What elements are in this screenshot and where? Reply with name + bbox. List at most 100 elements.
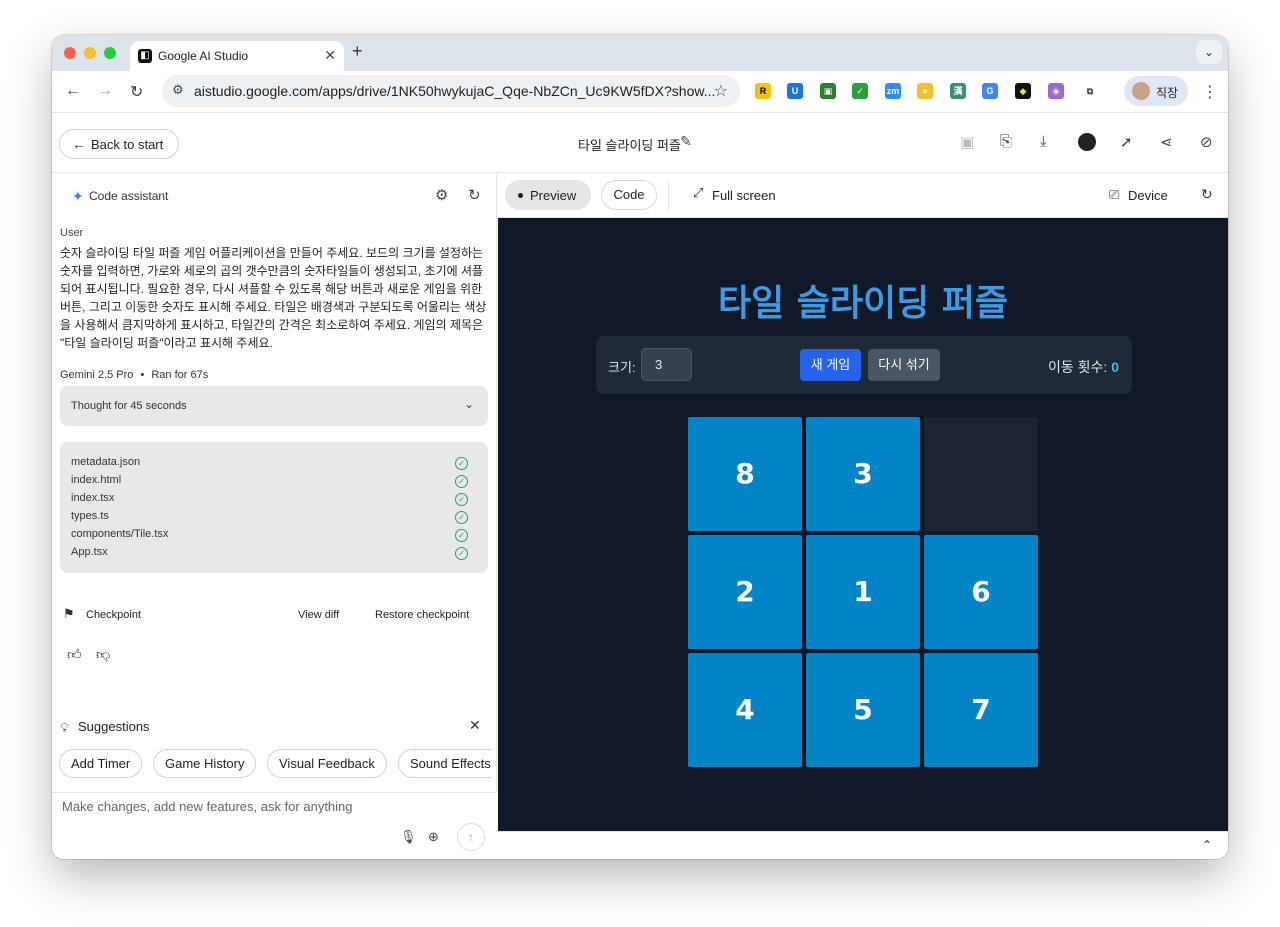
- address-bar[interactable]: ⚙ aistudio.google.com/apps/drive/1NK50hw…: [162, 75, 740, 107]
- suggestion-chip[interactable]: Visual Feedback: [267, 749, 387, 778]
- view-diff-button[interactable]: View diff: [298, 609, 339, 621]
- full-screen-button[interactable]: Full screen: [712, 188, 776, 203]
- refresh-icon[interactable]: ↻: [468, 186, 481, 204]
- reload-icon[interactable]: ↻: [130, 82, 143, 102]
- reload-preview-icon[interactable]: ↻: [1201, 186, 1213, 203]
- run-meta: Gemini 2.5 Pro • Ran for 67s: [60, 369, 208, 381]
- tab-preview[interactable]: Preview: [505, 180, 591, 210]
- suggestion-chip[interactable]: Add Timer: [59, 749, 143, 778]
- chevron-up-icon[interactable]: ⌃: [1202, 838, 1212, 852]
- app-header: ← Back to start 타일 슬라이딩 퍼즐 ✎ ▣ ⎘ ⤓ ➚ ⋖ ⊘: [52, 113, 1228, 173]
- tab-preview-label: Preview: [530, 188, 577, 203]
- new-game-button[interactable]: 새 게임: [800, 349, 861, 381]
- puzzle-tile[interactable]: 7: [924, 653, 1038, 767]
- settings-gear-icon[interactable]: ⚙: [435, 186, 448, 204]
- check-icon: ✓: [455, 529, 468, 542]
- thumbs-up-icon[interactable]: 👍︎: [67, 646, 82, 663]
- puzzle-tile[interactable]: 6: [924, 535, 1038, 649]
- browser-menu-icon[interactable]: ⋮: [1202, 82, 1218, 102]
- site-info-icon[interactable]: ⚙: [172, 82, 184, 98]
- puzzle-tile[interactable]: 4: [688, 653, 802, 767]
- new-tab-button[interactable]: +: [352, 41, 363, 62]
- suggestion-chip[interactable]: Game History: [153, 749, 257, 778]
- extension-icon[interactable]: ◈: [1048, 83, 1064, 99]
- puzzle-tile[interactable]: 1: [806, 535, 920, 649]
- back-to-start-button[interactable]: ← Back to start: [59, 129, 179, 159]
- edit-title-pencil-icon[interactable]: ✎: [680, 133, 692, 150]
- add-attachment-icon[interactable]: ⊕: [428, 829, 439, 845]
- puzzle-tile[interactable]: 3: [806, 417, 920, 531]
- puzzle-tile[interactable]: 2: [688, 535, 802, 649]
- app-title: 타일 슬라이딩 퍼즐: [578, 138, 681, 153]
- microphone-icon[interactable]: 🎙︎: [400, 829, 417, 845]
- extension-icon[interactable]: ✓: [852, 83, 868, 99]
- file-item[interactable]: App.tsx: [71, 546, 108, 558]
- arrow-left-icon: ←: [72, 136, 86, 152]
- user-label: User: [60, 227, 84, 239]
- extension-icon[interactable]: 漢: [950, 83, 966, 99]
- suggestions-label: Suggestions: [78, 719, 150, 734]
- tab-strip: ◧ Google AI Studio ✕ + ⌄: [52, 35, 1228, 71]
- tab-close-icon[interactable]: ✕: [324, 47, 336, 64]
- file-item[interactable]: components/Tile.tsx: [71, 528, 168, 540]
- profile-button[interactable]: 직장: [1124, 76, 1188, 106]
- bookmark-star-icon[interactable]: ☆: [714, 81, 728, 101]
- check-icon: ✓: [455, 511, 468, 524]
- code-assistant-title: Code assistant: [89, 189, 169, 203]
- tab-search-chevron-icon[interactable]: ⌄: [1196, 40, 1222, 64]
- share-icon[interactable]: ⋖: [1160, 133, 1173, 151]
- file-item[interactable]: index.tsx: [71, 492, 114, 504]
- checkpoint-flag-icon: ⚑: [63, 606, 75, 621]
- sparkle-icon: ✦: [72, 188, 84, 204]
- file-item[interactable]: types.ts: [71, 510, 109, 522]
- chat-input[interactable]: Make changes, add new features, ask for …: [52, 792, 497, 859]
- file-item[interactable]: index.html: [71, 474, 121, 486]
- extension-icon[interactable]: ⧉: [1082, 83, 1098, 99]
- back-arrow-icon[interactable]: ←: [65, 82, 81, 100]
- check-icon: ✓: [455, 547, 468, 560]
- extension-icon[interactable]: ▣: [820, 83, 836, 99]
- deploy-rocket-icon[interactable]: ➚: [1120, 133, 1133, 151]
- extension-icon[interactable]: G: [982, 83, 998, 99]
- extension-icon[interactable]: ◆: [1015, 83, 1031, 99]
- browser-tab[interactable]: ◧ Google AI Studio ✕: [130, 41, 344, 71]
- minimize-window-button[interactable]: [84, 47, 96, 59]
- forward-arrow-icon[interactable]: →: [97, 82, 113, 100]
- chat-input-placeholder: Make changes, add new features, ask for …: [62, 799, 353, 814]
- send-arrow-icon[interactable]: ↑: [457, 823, 485, 851]
- file-item[interactable]: metadata.json: [71, 456, 140, 468]
- thought-accordion[interactable]: Thought for 45 seconds ⌄: [60, 386, 488, 426]
- thought-label: Thought for 45 seconds: [71, 400, 187, 412]
- extension-icon[interactable]: zm: [885, 83, 901, 99]
- hide-eye-icon[interactable]: ⊘: [1200, 133, 1213, 151]
- size-label: 크기:: [608, 360, 636, 375]
- device-button[interactable]: Device: [1128, 188, 1168, 203]
- moves-label: 이동 횟수:: [1048, 359, 1108, 375]
- zoom-window-button[interactable]: [104, 47, 116, 59]
- extension-icon[interactable]: R: [755, 83, 771, 99]
- puzzle-tile[interactable]: 8: [688, 417, 802, 531]
- move-counter: 이동 횟수: 0: [1048, 357, 1119, 377]
- github-icon[interactable]: [1078, 133, 1096, 151]
- tab-code[interactable]: Code: [601, 180, 657, 210]
- extension-icon[interactable]: U: [787, 83, 803, 99]
- puzzle-tile[interactable]: 5: [806, 653, 920, 767]
- thumbs-down-icon[interactable]: 👎︎: [96, 646, 110, 663]
- suggestion-chip[interactable]: Sound Effects: [398, 749, 492, 778]
- browser-window: ◧ Google AI Studio ✕ + ⌄ ← → ↻ ⚙ aistudi…: [52, 35, 1228, 859]
- expand-icon[interactable]: ⤢: [693, 185, 703, 201]
- size-input[interactable]: 3: [641, 348, 692, 381]
- extension-icon[interactable]: ●: [917, 83, 933, 99]
- save-icon[interactable]: ▣: [960, 133, 974, 151]
- avatar: [1132, 82, 1150, 100]
- shuffle-button[interactable]: 다시 섞기: [868, 349, 940, 381]
- url-text[interactable]: aistudio.google.com/apps/drive/1NK50hwyk…: [194, 83, 715, 99]
- restore-checkpoint-button[interactable]: Restore checkpoint: [375, 609, 469, 621]
- download-icon[interactable]: ⤓: [1040, 133, 1047, 150]
- save-to-drive-icon[interactable]: ⎘: [1000, 133, 1012, 150]
- generated-files-list: metadata.json ✓ index.html ✓ index.tsx ✓…: [60, 442, 488, 573]
- close-suggestions-icon[interactable]: ✕: [469, 717, 481, 734]
- meta-separator: •: [140, 369, 145, 381]
- device-icon[interactable]: ⎚: [1109, 187, 1119, 203]
- close-window-button[interactable]: [64, 47, 76, 59]
